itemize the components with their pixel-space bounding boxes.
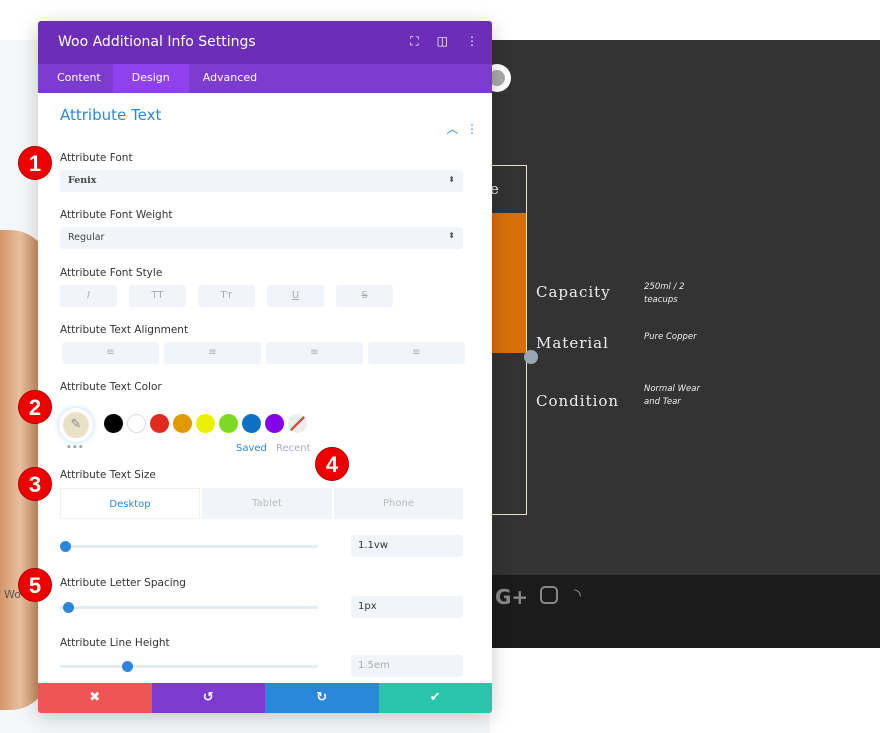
attribute-value: 250ml / 2 teacups <box>644 282 685 305</box>
color-swatch[interactable] <box>150 414 169 433</box>
undo-icon: ↺ <box>202 690 214 705</box>
no-color-swatch[interactable] <box>288 414 307 433</box>
letter-spacing-label: Attribute Letter Spacing <box>60 577 186 589</box>
section-title[interactable]: Attribute Text <box>60 106 470 124</box>
color-swatches <box>104 414 284 433</box>
google-plus-icon[interactable]: G+ <box>495 585 528 609</box>
color-swatch[interactable] <box>104 414 123 433</box>
step-marker: 3 <box>18 467 52 501</box>
line-height-label: Attribute Line Height <box>60 637 170 649</box>
panel-tabs: Content Design Advanced <box>38 64 492 93</box>
saved-colors-tab[interactable]: Saved <box>236 443 267 454</box>
split-view-icon[interactable]: ◫ <box>437 34 448 49</box>
highlight-row <box>490 213 526 353</box>
add-row-button[interactable] <box>524 350 538 364</box>
line-height-input[interactable]: 1.5em <box>351 655 463 677</box>
eyedropper-icon: ✎ <box>70 417 82 432</box>
undo-button[interactable]: ↺ <box>151 683 265 713</box>
chevron-up-icon[interactable]: ︿ <box>446 122 458 136</box>
more-colors-icon[interactable]: ••• <box>66 442 84 453</box>
attribute-value: Pure Copper <box>644 332 697 342</box>
tab-desktop[interactable]: Desktop <box>60 488 200 519</box>
align-left-icon[interactable]: ≡ <box>62 342 159 364</box>
step-marker: 2 <box>18 390 52 424</box>
slider-handle[interactable] <box>62 602 74 613</box>
select-arrows-icon: ⬍ <box>448 174 455 184</box>
color-swatch[interactable] <box>196 414 215 433</box>
recent-colors-tab[interactable]: Recent <box>276 443 311 454</box>
attribute-name: Material <box>536 334 609 352</box>
save-button[interactable]: ✔ <box>378 683 492 713</box>
color-swatch[interactable] <box>219 414 238 433</box>
tab-tablet[interactable]: Tablet <box>202 488 332 519</box>
size-input[interactable]: 1.1vw <box>351 535 463 557</box>
step-marker: 4 <box>315 447 349 481</box>
color-label: Attribute Text Color <box>60 381 162 393</box>
letter-spacing-slider[interactable] <box>60 602 318 613</box>
weight-value: Regular <box>68 232 105 243</box>
align-center-icon[interactable]: ≡ <box>164 342 261 364</box>
check-icon: ✔ <box>429 690 441 705</box>
italic-button[interactable]: I <box>60 285 117 307</box>
settings-panel: Woo Additional Info Settings ⛶ ◫ ⋮ Conte… <box>38 21 492 713</box>
color-swatch[interactable] <box>127 414 146 433</box>
redo-icon: ↻ <box>316 690 328 705</box>
attribute-name: Condition <box>536 392 620 410</box>
weight-select[interactable]: Regular ⬍ <box>60 227 463 249</box>
color-picker-button[interactable]: ✎ <box>59 408 93 442</box>
redo-button[interactable]: ↻ <box>265 683 379 713</box>
uppercase-button[interactable]: TT <box>129 285 186 307</box>
font-value: Fenix <box>68 175 97 186</box>
footer: G+ ◝ <box>490 575 880 648</box>
align-right-icon[interactable]: ≡ <box>266 342 363 364</box>
attribute-name: Capacity <box>536 283 611 301</box>
step-marker: 1 <box>18 146 52 180</box>
color-swatch[interactable] <box>242 414 261 433</box>
attribute-value: Normal Wear and Tear <box>644 384 700 407</box>
align-justify-icon[interactable]: ≡ <box>368 342 465 364</box>
line-height-slider[interactable] <box>60 661 318 672</box>
color-swatch[interactable] <box>173 414 192 433</box>
weight-label: Attribute Font Weight <box>60 209 173 221</box>
select-arrows-icon: ⬍ <box>448 231 455 240</box>
tab-advanced[interactable]: Advanced <box>189 64 269 93</box>
tab-content[interactable]: Content <box>45 64 113 93</box>
section-menu-icon[interactable]: ⋮ <box>466 122 478 136</box>
strikethrough-button[interactable]: S <box>336 285 393 307</box>
close-icon: ✖ <box>89 690 101 705</box>
panel-title: Woo Additional Info Settings <box>58 34 256 50</box>
product-info-section <box>490 40 880 575</box>
instagram-icon[interactable] <box>540 586 558 604</box>
slider-handle[interactable] <box>60 541 72 552</box>
tab-design[interactable]: Design <box>112 64 189 93</box>
font-select[interactable]: Fenix ⬍ <box>60 170 463 192</box>
capitalize-button[interactable]: Tт <box>198 285 255 307</box>
fullscreen-icon[interactable]: ⛶ <box>410 34 418 49</box>
color-swatch[interactable] <box>265 414 284 433</box>
rss-icon[interactable]: ◝ <box>574 585 581 606</box>
size-label: Attribute Text Size <box>60 469 156 481</box>
more-options-icon[interactable]: ⋮ <box>466 34 478 49</box>
underline-button[interactable]: U <box>267 285 324 307</box>
alignment-label: Attribute Text Alignment <box>60 324 189 336</box>
panel-header: Woo Additional Info Settings ⛶ ◫ ⋮ <box>38 21 492 64</box>
font-label: Attribute Font <box>60 152 133 164</box>
style-label: Attribute Font Style <box>60 267 163 279</box>
tab-phone[interactable]: Phone <box>334 488 463 519</box>
size-slider[interactable] <box>60 541 318 552</box>
step-marker: 5 <box>18 568 52 602</box>
letter-spacing-input[interactable]: 1px <box>351 596 463 618</box>
slider-handle[interactable] <box>122 661 134 672</box>
cancel-button[interactable]: ✖ <box>38 683 152 713</box>
